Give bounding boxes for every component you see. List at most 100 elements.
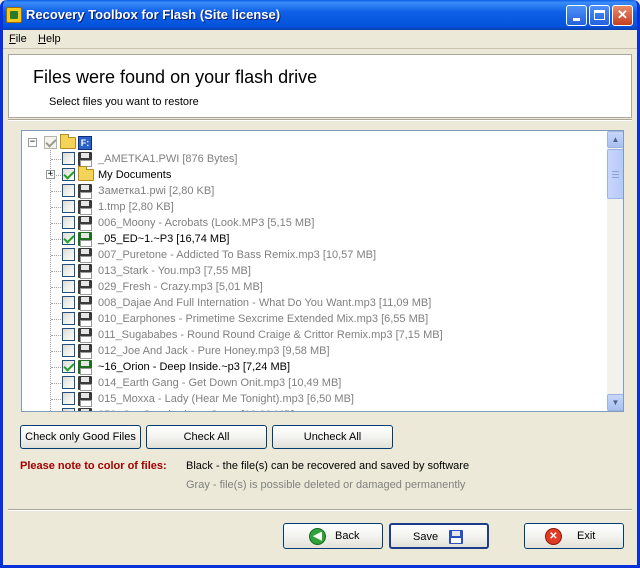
tree-row[interactable]: 1.tmp [2,80 KB] xyxy=(22,199,602,215)
tree-row[interactable]: 006_Moony - Acrobats (Look.MP3 [5,15 MB] xyxy=(22,215,602,231)
file-checkbox[interactable] xyxy=(62,184,75,197)
tree-branch-line xyxy=(51,191,61,192)
file-name: 1.tmp [2,80 KB] xyxy=(98,201,174,213)
tree-row[interactable]: + My Documents xyxy=(22,166,602,183)
file-checkbox[interactable] xyxy=(62,152,75,165)
tree-branch-line xyxy=(51,351,61,352)
exit-button[interactable]: ✕ Exit xyxy=(524,523,624,549)
file-name: 050_Cor Sunshadow - Snow [10,00 MB] xyxy=(98,409,294,411)
tree-root-checkbox[interactable] xyxy=(44,136,57,149)
file-checkbox[interactable] xyxy=(62,248,75,261)
file-floppy-icon xyxy=(78,344,92,359)
minimize-icon xyxy=(573,18,580,21)
legend-gray-text: Gray - file(s) is possible deleted or da… xyxy=(186,479,466,491)
close-button[interactable]: ✕ xyxy=(612,5,633,26)
file-checkbox[interactable] xyxy=(62,360,75,373)
tree-branch-line xyxy=(51,399,61,400)
file-name: 012_Joe And Jack - Pure Honey.mp3 [9,58 … xyxy=(98,345,330,357)
app-window: Recovery Toolbox for Flash (Site license… xyxy=(0,0,640,568)
file-floppy-icon xyxy=(78,232,92,247)
menu-file[interactable]: File xyxy=(9,33,27,45)
file-checkbox[interactable] xyxy=(62,392,75,405)
save-button-label: Save xyxy=(413,531,439,543)
tree-branch-line xyxy=(51,223,61,224)
file-floppy-icon xyxy=(78,280,92,295)
minimize-button[interactable] xyxy=(566,5,587,26)
file-checkbox[interactable] xyxy=(62,200,75,213)
tree-row[interactable]: 014_Earth Gang - Get Down Onit.mp3 [10,4… xyxy=(22,375,602,391)
save-button[interactable]: Save xyxy=(389,523,489,549)
file-floppy-icon xyxy=(78,392,92,407)
exit-button-label: Exit xyxy=(577,530,596,542)
tree-scrollbar[interactable]: ▲ ▼ xyxy=(607,131,623,411)
file-name: My Documents xyxy=(98,169,172,181)
tree-row[interactable]: 011_Sugababes - Round Round Craige & Cri… xyxy=(22,327,602,343)
menu-bar: File Help xyxy=(3,30,637,49)
check-all-button[interactable]: Check All xyxy=(146,425,267,449)
file-name: 006_Moony - Acrobats (Look.MP3 [5,15 MB] xyxy=(98,217,315,229)
scroll-down-button[interactable]: ▼ xyxy=(607,394,623,411)
file-name: 011_Sugababes - Round Round Craige & Cri… xyxy=(98,329,443,341)
scroll-up-button[interactable]: ▲ xyxy=(607,131,623,148)
tree-branch-line xyxy=(51,255,61,256)
tree-row[interactable]: _05_ED~1.~P3 [16,74 MB] xyxy=(22,231,602,247)
tree-root-row[interactable]: − F: xyxy=(22,134,602,151)
tree-branch-line xyxy=(51,319,61,320)
file-floppy-icon xyxy=(78,328,92,343)
file-checkbox[interactable] xyxy=(62,168,75,181)
close-icon: ✕ xyxy=(617,7,628,22)
file-checkbox[interactable] xyxy=(62,280,75,293)
file-checkbox[interactable] xyxy=(62,296,75,309)
file-checkbox[interactable] xyxy=(62,408,75,411)
file-checkbox[interactable] xyxy=(62,344,75,357)
tree-row[interactable]: 015_Moxxa - Lady (Hear Me Tonight).mp3 [… xyxy=(22,391,602,407)
file-checkbox[interactable] xyxy=(62,376,75,389)
drive-icon: F: xyxy=(78,136,92,150)
file-checkbox[interactable] xyxy=(62,264,75,277)
file-name: _05_ED~1.~P3 [16,74 MB] xyxy=(98,233,230,245)
file-tree[interactable]: − F: _AMETKA1.PWI [876 Bytes] + My Documents… xyxy=(21,130,624,412)
menu-file-accel: F xyxy=(9,33,16,45)
menu-help[interactable]: Help xyxy=(38,33,61,45)
file-name: 010_Earphones - Primetime Sexcrime Exten… xyxy=(98,313,429,325)
tree-row[interactable]: 010_Earphones - Primetime Sexcrime Exten… xyxy=(22,311,602,327)
file-floppy-icon xyxy=(78,376,92,391)
maximize-button[interactable] xyxy=(589,5,610,26)
tree-row[interactable]: 013_Stark - You.mp3 [7,55 MB] xyxy=(22,263,602,279)
menu-help-accel: H xyxy=(38,33,46,45)
tree-row[interactable]: 050_Cor Sunshadow - Snow [10,00 MB] xyxy=(22,407,602,411)
tree-row[interactable]: _AMETKA1.PWI [876 Bytes] xyxy=(22,151,602,167)
tree-branch-line xyxy=(51,367,61,368)
file-name: 014_Earth Gang - Get Down Onit.mp3 [10,4… xyxy=(98,377,342,389)
tree-branch-line xyxy=(51,303,61,304)
file-checkbox[interactable] xyxy=(62,328,75,341)
file-floppy-icon xyxy=(78,184,92,199)
file-floppy-icon xyxy=(78,152,92,167)
file-checkbox[interactable] xyxy=(62,232,75,245)
check-good-files-button[interactable]: Check only Good Files xyxy=(20,425,141,449)
uncheck-all-button[interactable]: Uncheck All xyxy=(272,425,393,449)
file-name: _AMETKA1.PWI [876 Bytes] xyxy=(98,153,238,165)
tree-root-collapse-icon[interactable]: − xyxy=(28,138,37,147)
tree-row[interactable]: 007_Puretone - Addicted To Bass Remix.mp… xyxy=(22,247,602,263)
tree-branch-line xyxy=(51,383,61,384)
header-divider xyxy=(8,119,632,121)
tree-row[interactable]: 008_Dajae And Full Internation - What Do… xyxy=(22,295,602,311)
scroll-thumb[interactable] xyxy=(607,149,623,199)
back-button[interactable]: ◀ Back xyxy=(283,523,383,549)
title-bar[interactable]: Recovery Toolbox for Flash (Site license… xyxy=(3,0,637,30)
tree-row[interactable]: 029_Fresh - Crazy.mp3 [5,01 MB] xyxy=(22,279,602,295)
file-checkbox[interactable] xyxy=(62,312,75,325)
file-checkbox[interactable] xyxy=(62,216,75,229)
tree-row[interactable]: 012_Joe And Jack - Pure Honey.mp3 [9,58 … xyxy=(22,343,602,359)
app-icon xyxy=(6,7,22,23)
file-name: 029_Fresh - Crazy.mp3 [5,01 MB] xyxy=(98,281,263,293)
tree-row[interactable]: Заметка1.pwi [2,80 KB] xyxy=(22,183,602,199)
file-name: 007_Puretone - Addicted To Bass Remix.mp… xyxy=(98,249,377,261)
tree-row[interactable]: ~16_Orion - Deep Inside.~p3 [7,24 MB] xyxy=(22,359,602,375)
page-subtitle: Select files you want to restore xyxy=(49,96,199,108)
window-title: Recovery Toolbox for Flash (Site license… xyxy=(26,7,281,22)
file-floppy-icon xyxy=(78,264,92,279)
back-arrow-icon: ◀ xyxy=(309,528,326,545)
footer-divider xyxy=(8,509,632,511)
